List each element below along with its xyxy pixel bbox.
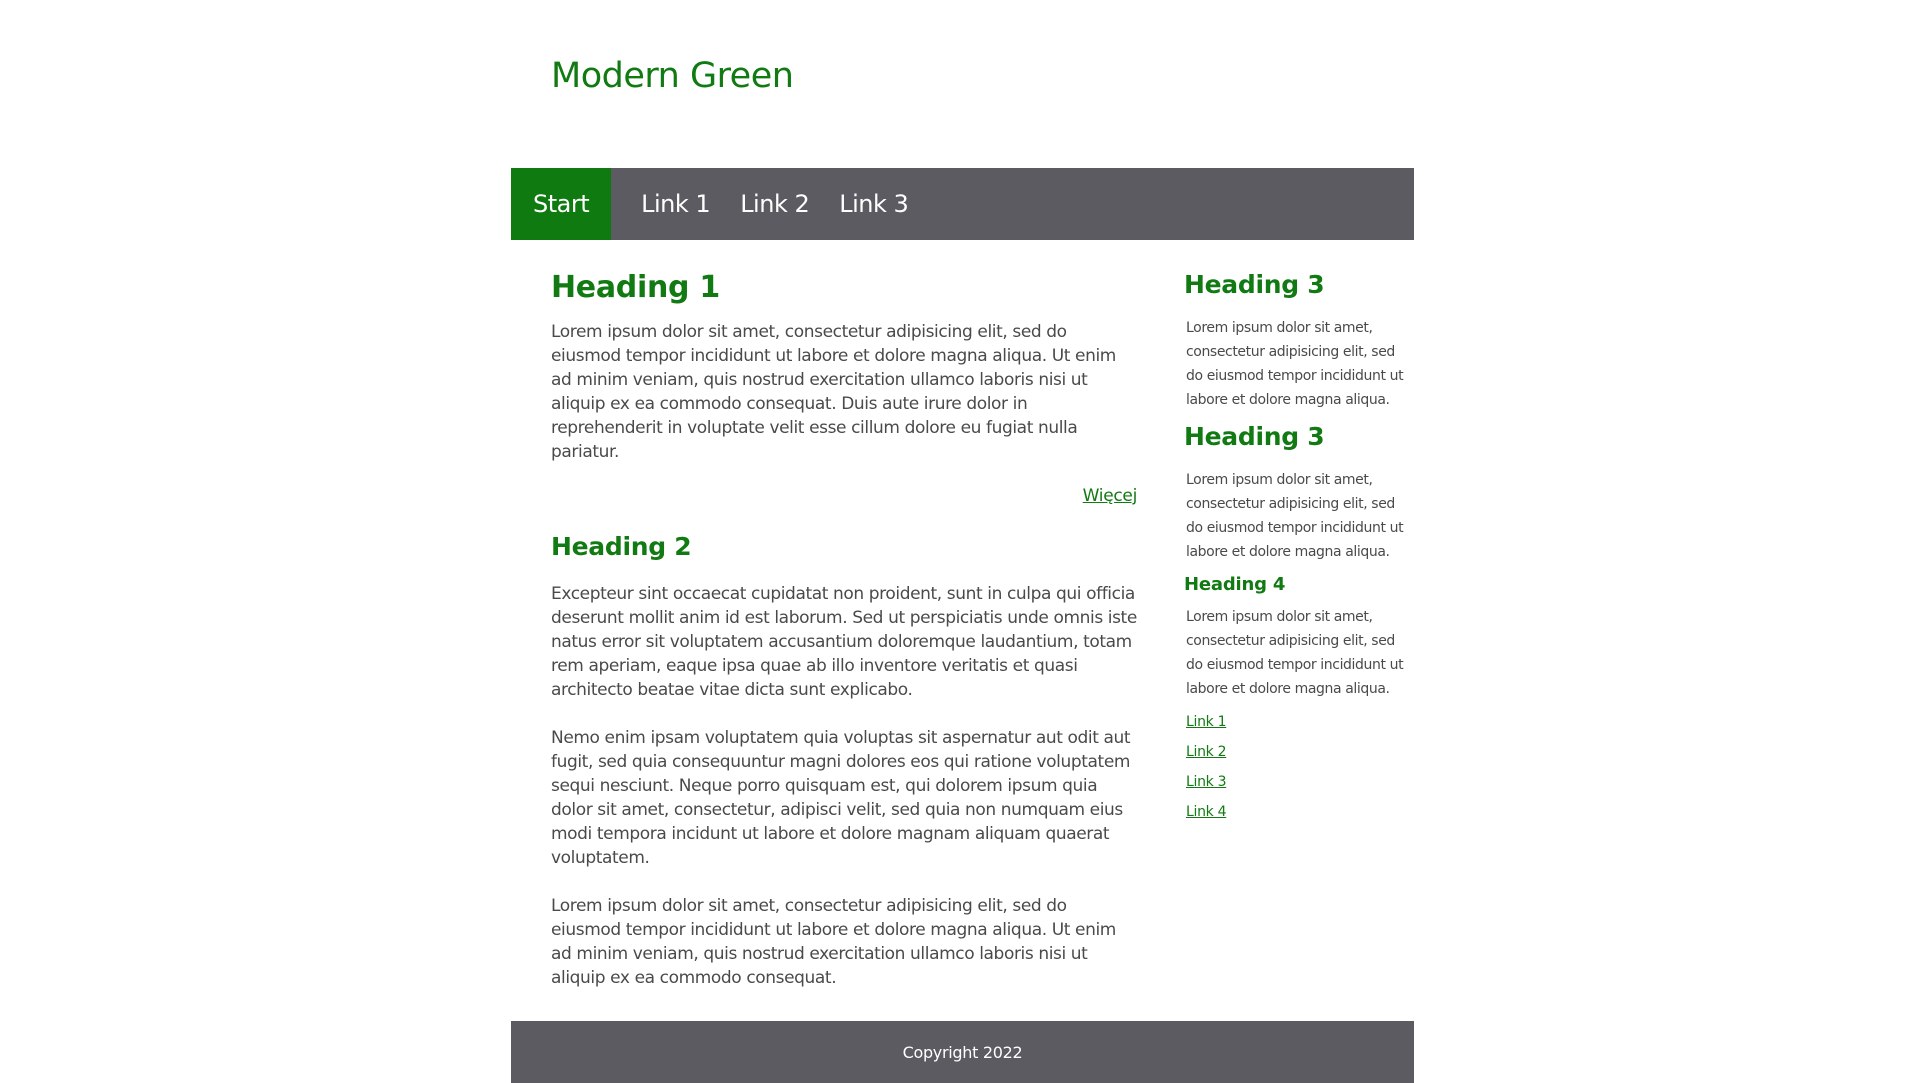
sidebar-link-1[interactable]: Link 1	[1186, 714, 1227, 730]
sidebar-paragraph-3: Lorem ipsum dolor sit amet, consectetur …	[1186, 609, 1404, 697]
intro-paragraph: Lorem ipsum dolor sit amet, consectetur …	[551, 322, 1116, 462]
content-area: Heading 1 Lorem ipsum dolor sit amet, co…	[511, 240, 1414, 1014]
body-paragraph-2: Nemo enim ipsam voluptatem quia voluptas…	[551, 728, 1131, 868]
sidebar-paragraph-1: Lorem ipsum dolor sit amet, consectetur …	[1186, 320, 1404, 408]
sidebar-link-4[interactable]: Link 4	[1186, 804, 1227, 820]
main-heading-1: Heading 1	[551, 270, 720, 305]
list-item: Link 4	[1186, 801, 1410, 831]
nav-item-start[interactable]: Start	[511, 168, 612, 240]
nav-item-link-2[interactable]: Link 2	[725, 168, 824, 240]
main-navigation: Start Link 1 Link 2 Link 3	[511, 168, 1414, 240]
sidebar-heading-3-second: Heading 3	[1184, 422, 1325, 451]
site-footer: Copyright 2022	[511, 1021, 1414, 1083]
nav-item-link-3[interactable]: Link 3	[824, 168, 923, 240]
sidebar: Heading 3 Lorem ipsum dolor sit amet, co…	[1184, 270, 1410, 1014]
body-paragraph-1: Excepteur sint occaecat cupidatat non pr…	[551, 584, 1137, 700]
sidebar-heading-4: Heading 4	[1184, 574, 1286, 595]
main-heading-2: Heading 2	[551, 532, 692, 561]
list-item: Link 3	[1186, 771, 1410, 801]
sidebar-link-2[interactable]: Link 2	[1186, 744, 1227, 760]
sidebar-paragraph-2: Lorem ipsum dolor sit amet, consectetur …	[1186, 472, 1404, 560]
sidebar-link-3[interactable]: Link 3	[1186, 774, 1227, 790]
site-header: Modern Green	[511, 0, 1414, 168]
nav-item-link-1[interactable]: Link 1	[626, 168, 725, 240]
more-link[interactable]: Więcej	[1083, 486, 1138, 506]
list-item: Link 2	[1186, 741, 1410, 771]
copyright-text: Copyright 2022	[902, 1042, 1023, 1062]
sidebar-link-list: Link 1 Link 2 Link 3 Link 4	[1186, 711, 1410, 831]
sidebar-heading-3-first: Heading 3	[1184, 270, 1325, 299]
main-column: Heading 1 Lorem ipsum dolor sit amet, co…	[551, 270, 1137, 1014]
list-item: Link 1	[1186, 711, 1410, 741]
body-paragraph-3: Lorem ipsum dolor sit amet, consectetur …	[551, 896, 1116, 988]
page-container: Modern Green Start Link 1 Link 2 Link 3 …	[511, 0, 1414, 1083]
site-title: Modern Green	[551, 56, 794, 96]
more-link-row: Więcej	[551, 486, 1138, 506]
